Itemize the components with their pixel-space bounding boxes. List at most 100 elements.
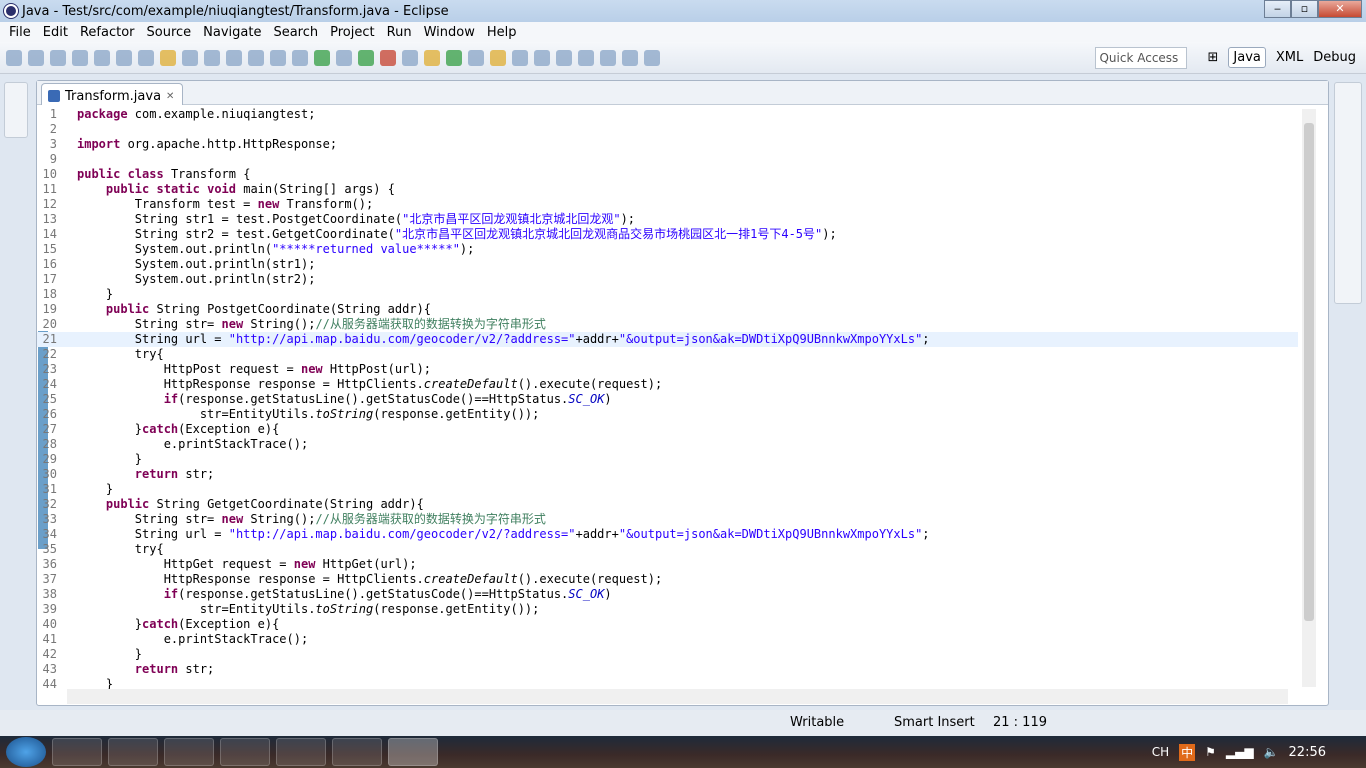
- start-button[interactable]: [6, 737, 46, 767]
- language-indicator[interactable]: CH: [1152, 745, 1169, 759]
- code-line[interactable]: 29 }: [37, 452, 1298, 467]
- minimized-views-left[interactable]: [4, 82, 28, 138]
- code-line[interactable]: 35 try{: [37, 542, 1298, 557]
- menu-file[interactable]: File: [3, 25, 37, 40]
- volume-icon[interactable]: 🔈: [1264, 745, 1279, 759]
- horizontal-scrollbar[interactable]: [67, 689, 1288, 704]
- menu-project[interactable]: Project: [324, 25, 380, 40]
- action-center-flag-icon[interactable]: ⚑: [1205, 745, 1216, 759]
- quick-access-input[interactable]: Quick Access: [1095, 46, 1188, 69]
- code-line[interactable]: 3 import org.apache.http.HttpResponse;: [37, 137, 1298, 152]
- toolbar-button-icon[interactable]: [292, 49, 308, 66]
- code-line[interactable]: 41 e.printStackTrace();: [37, 632, 1298, 647]
- code-line[interactable]: 11 public static void main(String[] args…: [37, 182, 1298, 197]
- toolbar-button-icon[interactable]: [402, 49, 418, 66]
- toolbar-button-icon[interactable]: [314, 49, 330, 66]
- toolbar-button-icon[interactable]: [358, 49, 374, 66]
- toolbar-button-icon[interactable]: [94, 49, 110, 66]
- code-line[interactable]: 38 if(response.getStatusLine().getStatus…: [37, 587, 1298, 602]
- menu-search[interactable]: Search: [267, 25, 324, 40]
- toolbar-button-icon[interactable]: [512, 49, 528, 66]
- code-line[interactable]: 15 System.out.println("*****returned val…: [37, 242, 1298, 257]
- code-line[interactable]: 10 public class Transform {: [37, 167, 1298, 182]
- code-line[interactable]: 23 HttpPost request = new HttpPost(url);: [37, 362, 1298, 377]
- toolbar-button-icon[interactable]: [248, 49, 264, 66]
- toolbar-button-icon[interactable]: [226, 49, 242, 66]
- toolbar-button-icon[interactable]: [600, 49, 616, 66]
- minimized-views-right[interactable]: [1334, 82, 1362, 304]
- taskbar-chrome[interactable]: [276, 738, 326, 766]
- menu-refactor[interactable]: Refactor: [74, 25, 141, 40]
- code-line[interactable]: 1 package com.example.niuqiangtest;: [37, 107, 1298, 122]
- code-line[interactable]: 19 public String PostgetCoordinate(Strin…: [37, 302, 1298, 317]
- code-area[interactable]: 1 package com.example.niuqiangtest; 2 3 impo…: [37, 107, 1298, 689]
- taskbar-ie[interactable]: [220, 738, 270, 766]
- code-line[interactable]: 14 String str2 = test.GetgetCoordinate("…: [37, 227, 1298, 242]
- code-line[interactable]: 13 String str1 = test.PostgetCoordinate(…: [37, 212, 1298, 227]
- code-line[interactable]: 16 System.out.println(str1);: [37, 257, 1298, 272]
- taskbar-app[interactable]: [164, 738, 214, 766]
- code-line[interactable]: 27 }catch(Exception e){: [37, 422, 1298, 437]
- toolbar-button-icon[interactable]: [160, 49, 176, 66]
- minimize-button[interactable]: ‒: [1264, 0, 1291, 18]
- code-line[interactable]: 34 String url = "http://api.map.baidu.co…: [37, 527, 1298, 542]
- menu-run[interactable]: Run: [381, 25, 418, 40]
- perspective-java[interactable]: Java: [1228, 47, 1266, 68]
- code-line[interactable]: 21 String url = "http://api.map.baidu.co…: [37, 332, 1298, 347]
- toolbar-button-icon[interactable]: [578, 49, 594, 66]
- perspective-xml[interactable]: XML: [1276, 50, 1303, 65]
- toolbar-button-icon[interactable]: [50, 49, 66, 66]
- maximize-button[interactable]: ▫: [1291, 0, 1318, 18]
- code-line[interactable]: 18 }: [37, 287, 1298, 302]
- code-line[interactable]: 22 try{: [37, 347, 1298, 362]
- tab-transform-java[interactable]: Transform.java ✕: [41, 83, 184, 105]
- code-line[interactable]: 42 }: [37, 647, 1298, 662]
- toolbar-button-icon[interactable]: [204, 49, 220, 66]
- toolbar-button-icon[interactable]: [6, 49, 22, 66]
- toolbar-button-icon[interactable]: [424, 49, 440, 66]
- code-line[interactable]: 32 public String GetgetCoordinate(String…: [37, 497, 1298, 512]
- menu-help[interactable]: Help: [481, 25, 523, 40]
- close-tab-icon[interactable]: ✕: [166, 91, 174, 102]
- toolbar-button-icon[interactable]: [336, 49, 352, 66]
- code-line[interactable]: 36 HttpGet request = new HttpGet(url);: [37, 557, 1298, 572]
- toolbar-button-icon[interactable]: [556, 49, 572, 66]
- code-line[interactable]: 33 String str= new String();//从服务器端获取的数据…: [37, 512, 1298, 527]
- toolbar-button-icon[interactable]: [534, 49, 550, 66]
- toolbar-button-icon[interactable]: [380, 49, 396, 66]
- menu-source[interactable]: Source: [141, 25, 198, 40]
- toolbar-button-icon[interactable]: [468, 49, 484, 66]
- toolbar-button-icon[interactable]: [270, 49, 286, 66]
- code-line[interactable]: 30 return str;: [37, 467, 1298, 482]
- clock[interactable]: 22:56: [1289, 745, 1326, 760]
- code-line[interactable]: 37 HttpResponse response = HttpClients.c…: [37, 572, 1298, 587]
- code-line[interactable]: 20 String str= new String();//从服务器端获取的数据…: [37, 317, 1298, 332]
- toolbar-button-icon[interactable]: [28, 49, 44, 66]
- taskbar-app[interactable]: [332, 738, 382, 766]
- toolbar-button-icon[interactable]: [446, 49, 462, 66]
- code-line[interactable]: 28 e.printStackTrace();: [37, 437, 1298, 452]
- code-line[interactable]: 12 Transform test = new Transform();: [37, 197, 1298, 212]
- toolbar-button-icon[interactable]: [116, 49, 132, 66]
- code-line[interactable]: 26 str=EntityUtils.toString(response.get…: [37, 407, 1298, 422]
- toolbar-button-icon[interactable]: [644, 49, 660, 66]
- toolbar-button-icon[interactable]: [138, 49, 154, 66]
- code-line[interactable]: 44 }: [37, 677, 1298, 689]
- toolbar-button-icon[interactable]: [490, 49, 506, 66]
- toolbar-button-icon[interactable]: [182, 49, 198, 66]
- taskbar-eclipse[interactable]: [388, 738, 438, 766]
- code-line[interactable]: 9: [37, 152, 1298, 167]
- code-line[interactable]: 17 System.out.println(str2);: [37, 272, 1298, 287]
- toolbar-button-icon[interactable]: [72, 49, 88, 66]
- ime-icon[interactable]: 中: [1179, 743, 1196, 761]
- code-line[interactable]: 40 }catch(Exception e){: [37, 617, 1298, 632]
- vertical-scrollbar[interactable]: [1302, 109, 1316, 687]
- menu-window[interactable]: Window: [418, 25, 481, 40]
- network-icon[interactable]: ▂▄▆: [1226, 745, 1254, 759]
- open-perspective-icon[interactable]: ⊞: [1207, 50, 1218, 65]
- perspective-debug[interactable]: Debug: [1313, 50, 1356, 65]
- code-line[interactable]: 31 }: [37, 482, 1298, 497]
- menu-edit[interactable]: Edit: [37, 25, 74, 40]
- taskbar-explorer[interactable]: [52, 738, 102, 766]
- code-line[interactable]: 24 HttpResponse response = HttpClients.c…: [37, 377, 1298, 392]
